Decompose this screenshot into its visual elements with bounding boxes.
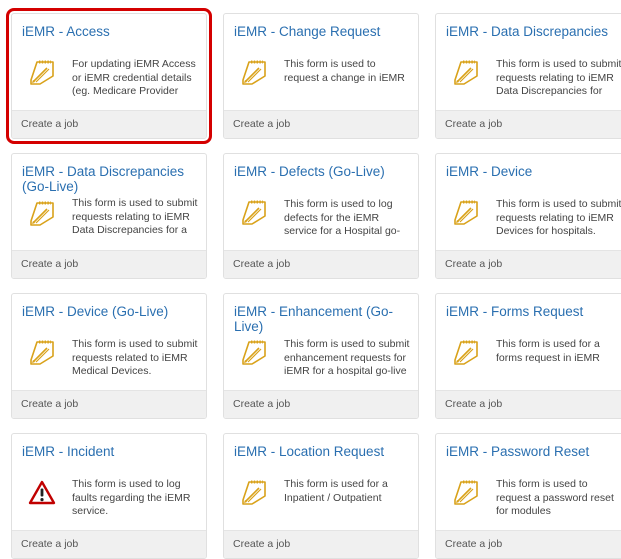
service-card[interactable]: iEMR - Device This form is used to submi…	[435, 153, 621, 279]
card-description: This form is used to submit requests rel…	[72, 338, 198, 378]
create-job-link[interactable]: Create a job	[224, 110, 418, 138]
service-card[interactable]: iEMR - Access For updating iEMR Access o…	[6, 8, 212, 144]
card-description: This form is used to request a password …	[496, 478, 614, 518]
form-edit-icon	[452, 199, 480, 227]
create-job-link[interactable]: Create a job	[12, 110, 206, 138]
form-edit-icon	[452, 479, 480, 507]
create-job-link[interactable]: Create a job	[12, 250, 206, 278]
service-card[interactable]: iEMR - Forms Request This form is used f…	[435, 293, 621, 419]
service-card[interactable]: iEMR - Device (Go-Live) This form is use…	[11, 293, 207, 419]
service-catalog-grid: iEMR - Access For updating iEMR Access o…	[0, 0, 621, 559]
create-job-link[interactable]: Create a job	[224, 390, 418, 418]
card-description: This form is used for a Inpatient / Outp…	[284, 478, 388, 504]
form-edit-icon	[28, 59, 56, 87]
form-edit-icon	[240, 59, 268, 87]
card-title[interactable]: iEMR - Incident	[22, 444, 198, 459]
service-card[interactable]: iEMR - Data Discrepancies This form is u…	[435, 13, 621, 139]
card-title[interactable]: iEMR - Forms Request	[446, 304, 621, 319]
form-edit-icon	[28, 339, 56, 367]
service-card[interactable]: iEMR - Data Discrepancies (Go-Live) This…	[11, 153, 207, 279]
form-edit-icon	[240, 199, 268, 227]
service-card[interactable]: iEMR - Location Request This form is use…	[223, 433, 419, 559]
card-description: For updating iEMR Access or iEMR credent…	[72, 58, 196, 99]
service-card[interactable]: iEMR - Incident This form is used to log…	[11, 433, 207, 559]
card-description: This form is used to submit requests rel…	[496, 198, 621, 238]
create-job-link[interactable]: Create a job	[224, 530, 418, 558]
create-job-link[interactable]: Create a job	[436, 390, 621, 418]
card-title[interactable]: iEMR - Device (Go-Live)	[22, 304, 198, 319]
card-title[interactable]: iEMR - Password Reset	[446, 444, 621, 459]
card-title[interactable]: iEMR - Change Request	[234, 24, 410, 39]
form-edit-icon	[452, 339, 480, 367]
create-job-link[interactable]: Create a job	[436, 530, 621, 558]
card-title[interactable]: iEMR - Device	[446, 164, 621, 179]
card-description: This form is used to submit requests rel…	[72, 197, 198, 238]
form-edit-icon	[240, 479, 268, 507]
card-title[interactable]: iEMR - Data Discrepancies	[446, 24, 621, 39]
card-title[interactable]: iEMR - Defects (Go-Live)	[234, 164, 410, 179]
warning-icon	[28, 479, 56, 507]
create-job-link[interactable]: Create a job	[436, 250, 621, 278]
create-job-link[interactable]: Create a job	[224, 250, 418, 278]
form-edit-icon	[452, 59, 480, 87]
card-description: This form is used to submit enhancement …	[284, 338, 410, 378]
form-edit-icon	[28, 200, 56, 228]
service-card[interactable]: iEMR - Enhancement (Go-Live) This form i…	[223, 293, 419, 419]
card-title[interactable]: iEMR - Enhancement (Go-Live)	[234, 304, 410, 334]
create-job-link[interactable]: Create a job	[12, 390, 206, 418]
card-description: This form is used to log defects for the…	[284, 198, 401, 239]
form-edit-icon	[240, 339, 268, 367]
card-description: This form is used to log faults regardin…	[72, 478, 191, 518]
create-job-link[interactable]: Create a job	[12, 530, 206, 558]
card-description: This form is used to request a change in…	[284, 58, 405, 84]
card-description: This form is used to submit requests rel…	[496, 58, 621, 99]
card-title[interactable]: iEMR - Location Request	[234, 444, 410, 459]
service-card[interactable]: iEMR - Password Reset This form is used …	[435, 433, 621, 559]
card-title[interactable]: iEMR - Data Discrepancies (Go-Live)	[22, 164, 198, 194]
card-description: This form is used for a forms request in…	[496, 338, 600, 364]
service-card[interactable]: iEMR - Defects (Go-Live) This form is us…	[223, 153, 419, 279]
create-job-link[interactable]: Create a job	[436, 110, 621, 138]
service-card[interactable]: iEMR - Change Request This form is used …	[223, 13, 419, 139]
card-title[interactable]: iEMR - Access	[22, 24, 198, 39]
